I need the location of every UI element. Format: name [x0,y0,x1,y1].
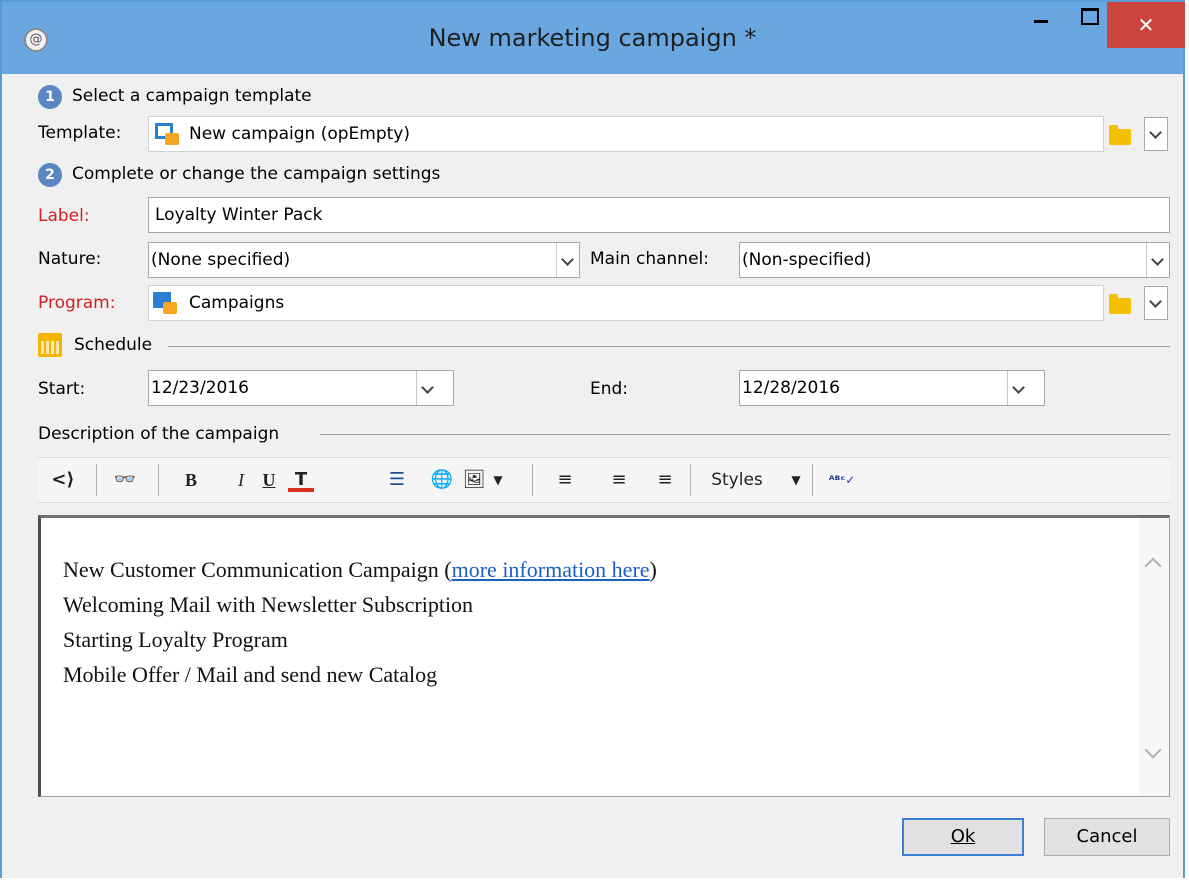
calendar-icon [38,333,62,357]
more-information-link[interactable]: more information here [452,557,650,582]
line-1-text: New Customer Communication Campaign ( [63,557,452,582]
template-dropdown-button[interactable] [1144,117,1168,151]
program-dropdown-button[interactable] [1144,286,1168,320]
description-line-4: Mobile Offer / Mail and send new Catalog [63,662,438,687]
text-color-icon[interactable]: T [288,466,314,492]
step-2-icon: 2 [38,163,62,187]
vertical-scrollbar[interactable] [1139,518,1169,796]
end-date-field[interactable]: 12/28/2016 [739,370,1045,406]
bold-icon[interactable]: B [178,466,204,494]
maximize-icon [1081,8,1099,25]
label-value: Loyalty Winter Pack [155,205,323,225]
align-right-icon[interactable]: ≡ [652,466,678,494]
underline-icon[interactable]: U [256,466,282,494]
start-date-chevron-down-icon[interactable] [416,371,453,405]
template-value: New campaign (opEmpty) [189,124,410,144]
source-icon[interactable]: <⟩ [48,466,78,494]
main-channel-select[interactable]: (Non-specified) [739,242,1170,278]
start-date-field[interactable]: 12/23/2016 [148,370,454,406]
start-label: Start: [38,379,86,399]
toolbar-separator [532,464,533,496]
label-label: Label: [38,206,90,226]
title-bar[interactable]: @ New marketing campaign * ✕ [2,2,1185,74]
step-2-label: Complete or change the campaign settings [72,164,441,184]
program-field[interactable]: Campaigns [148,285,1104,321]
description-line-1: New Customer Communication Campaign (mor… [63,552,657,587]
main-channel-value: (Non-specified) [742,250,872,270]
end-date-chevron-down-icon[interactable] [1007,371,1044,405]
program-label: Program: [38,293,116,313]
nature-chevron-down-icon[interactable] [556,243,579,277]
start-date-value: 12/23/2016 [151,378,249,398]
main-channel-label: Main channel: [590,249,709,269]
close-icon: ✕ [1137,13,1155,37]
image-icon[interactable]: 🖼 [460,466,488,494]
end-label: End: [590,379,629,399]
label-input[interactable]: Loyalty Winter Pack [148,197,1170,233]
align-center-icon[interactable]: ≡ [606,466,632,494]
dialog-window: @ New marketing campaign * ✕ 1 Select a … [0,0,1185,878]
maximize-button[interactable] [1065,2,1111,46]
align-left-icon[interactable]: ≡ [552,466,578,494]
find-icon[interactable]: 👓 [110,466,140,494]
bullet-list-icon[interactable]: ☰ [384,466,410,494]
program-folder-browse-icon[interactable] [1109,294,1131,314]
minimize-icon [1034,20,1048,23]
toolbar-separator [158,464,159,496]
minimize-button[interactable] [1019,2,1065,46]
end-date-value: 12/28/2016 [742,378,840,398]
dialog-content: 1 Select a campaign template Template: N… [2,74,1183,878]
template-label: Template: [38,123,122,143]
description-line-2: Welcoming Mail with Newsletter Subscript… [63,592,474,617]
main-channel-chevron-down-icon[interactable] [1146,243,1169,277]
nature-value: (None specified) [151,250,291,270]
program-folder-icon [153,292,177,314]
close-button[interactable]: ✕ [1107,2,1185,48]
description-label: Description of the campaign [38,424,280,444]
image-dropdown-icon[interactable]: ▼ [490,466,506,494]
italic-icon[interactable]: I [228,466,254,494]
link-icon[interactable]: 🌐 [428,466,456,494]
styles-dropdown[interactable]: Styles [706,466,768,494]
scroll-down-icon[interactable] [1144,741,1162,759]
nature-label: Nature: [38,249,102,269]
ok-button[interactable]: Ok [902,818,1024,856]
description-line-3: Starting Loyalty Program [63,627,288,652]
template-field[interactable]: New campaign (opEmpty) [148,116,1104,152]
styles-chevron-down-icon[interactable]: ▼ [788,466,804,494]
ok-button-label: Ok [950,826,976,847]
window-title: New marketing campaign * [428,24,757,52]
cancel-button-label: Cancel [1076,826,1138,847]
description-divider [320,434,1170,435]
toolbar-separator [812,464,813,496]
cancel-button[interactable]: Cancel [1044,818,1170,856]
description-editor[interactable]: New Customer Communication Campaign (mor… [38,515,1170,797]
scroll-up-icon[interactable] [1144,557,1162,575]
program-value: Campaigns [189,293,285,313]
step-1-label: Select a campaign template [72,86,312,106]
toolbar-separator [96,464,97,496]
schedule-divider [168,346,1170,347]
nature-select[interactable]: (None specified) [148,242,580,278]
spellcheck-icon[interactable]: ᴬᴮᶜ✓ [822,466,862,494]
editor-toolbar: <⟩ 👓 B I U T ☰ 🌐 🖼 ▼ ≡ ≡ ≡ Styles ▼ ᴬᴮᶜ✓ [38,457,1170,503]
line-1-suffix: ) [649,557,657,582]
template-icon [155,123,179,145]
schedule-label: Schedule [74,335,153,355]
step-1-icon: 1 [38,85,62,109]
description-text[interactable]: New Customer Communication Campaign (mor… [63,552,657,692]
toolbar-separator [690,464,691,496]
template-folder-icon[interactable] [1109,125,1131,145]
